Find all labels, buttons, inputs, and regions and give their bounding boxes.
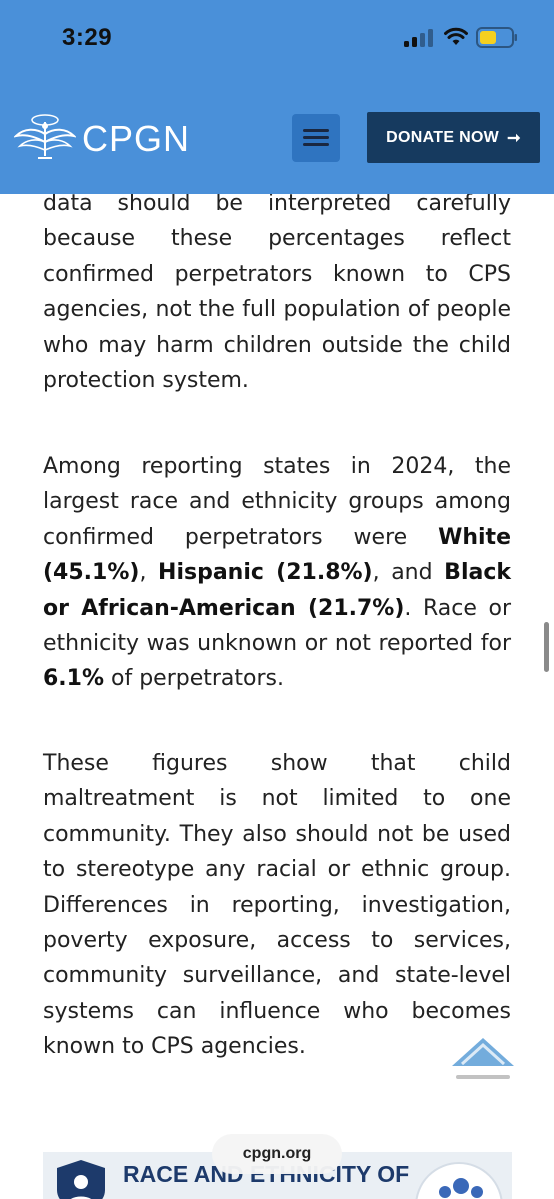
donate-label: DONATE NOW bbox=[386, 128, 500, 146]
back-to-top-icon[interactable] bbox=[450, 1020, 516, 1082]
shield-icon bbox=[57, 1160, 105, 1199]
article-paragraph: Among reporting states in 2024, the larg… bbox=[43, 449, 511, 697]
battery-icon bbox=[476, 27, 517, 48]
stat-hispanic: Hispanic (21.8%) bbox=[158, 560, 373, 586]
text-run: , bbox=[139, 560, 159, 586]
hamburger-menu-icon[interactable] bbox=[292, 114, 340, 162]
status-time: 3:29 bbox=[62, 24, 113, 51]
article-paragraph: These figures show that child maltreatme… bbox=[43, 751, 511, 1060]
scrollbar[interactable] bbox=[544, 622, 549, 672]
donate-now-button[interactable]: DONATE NOW ➞ bbox=[367, 112, 540, 163]
brand-name[interactable]: CPGN bbox=[82, 118, 190, 160]
article-paragraph: data should be interpreted carefully bec… bbox=[43, 191, 511, 394]
logo-icon[interactable] bbox=[14, 112, 76, 164]
text-run: of perpetrators. bbox=[104, 666, 284, 692]
text-run: , and bbox=[372, 560, 445, 586]
site-header: CPGN DONATE NOW ➞ bbox=[0, 72, 554, 194]
top-bar: 3:29 CPGN DONATE NOW ➞ bbox=[0, 0, 554, 194]
arrow-right-icon: ➞ bbox=[507, 129, 521, 147]
status-bar: 3:29 bbox=[0, 0, 554, 72]
cellular-signal-icon bbox=[404, 29, 434, 47]
stat-unknown: 6.1% bbox=[43, 666, 105, 692]
people-icon bbox=[415, 1162, 503, 1199]
url-bar[interactable]: cpgn.org bbox=[212, 1134, 342, 1174]
wifi-icon bbox=[444, 27, 468, 45]
